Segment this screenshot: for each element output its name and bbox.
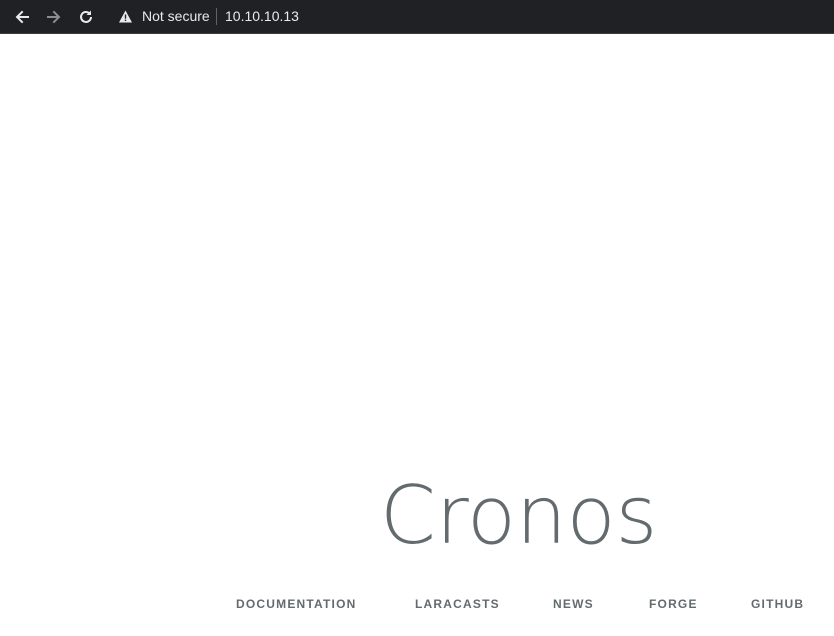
warning-triangle-icon[interactable] [118,9,133,24]
page-title: Cronos [380,469,658,562]
link-forge[interactable]: FORGE [649,596,698,612]
browser-toolbar: Not secure 10.10.10.13 [0,0,834,34]
security-status-text[interactable]: Not secure [142,8,210,25]
link-news[interactable]: NEWS [553,596,594,612]
url-text[interactable]: 10.10.10.13 [225,8,299,25]
reload-icon [80,10,92,23]
links-nav: DOCUMENTATION LARACASTS NEWS FORGE GITHU… [0,596,834,612]
forward-arrow-icon [47,10,61,24]
forward-button[interactable] [42,5,66,29]
link-laracasts[interactable]: LARACASTS [415,596,500,612]
page-content: Cronos DOCUMENTATION LARACASTS NEWS FORG… [0,35,834,636]
back-arrow-icon [15,10,29,24]
back-button[interactable] [10,5,34,29]
omnibox-separator [216,8,217,25]
link-documentation[interactable]: DOCUMENTATION [236,596,356,612]
link-github[interactable]: GITHUB [751,596,804,612]
reload-button[interactable] [74,5,98,29]
